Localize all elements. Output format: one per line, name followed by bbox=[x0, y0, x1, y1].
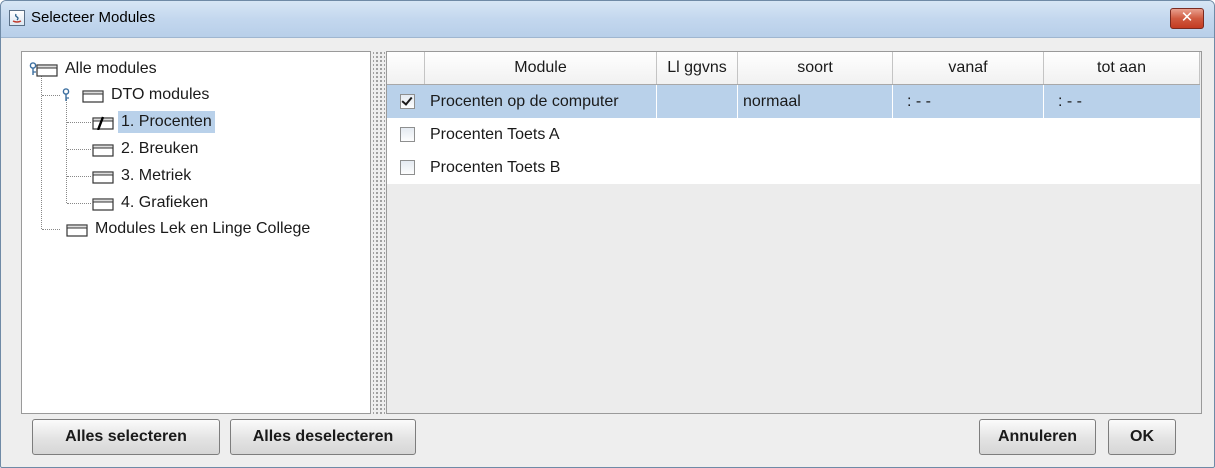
table-row[interactable]: Procenten op de computer normaal : - - :… bbox=[387, 85, 1200, 118]
folder-edit-icon bbox=[92, 116, 114, 130]
tree-node-label: 1. Procenten bbox=[118, 111, 215, 133]
split-pane-divider[interactable] bbox=[373, 51, 385, 414]
row-checkbox[interactable] bbox=[400, 127, 415, 142]
tree-guide bbox=[67, 122, 91, 123]
tree-guide bbox=[67, 149, 91, 150]
folder-icon bbox=[92, 171, 114, 184]
column-header-ll-ggvns[interactable]: Ll ggvns bbox=[657, 52, 738, 84]
cell-vanaf: : - - bbox=[893, 85, 1044, 118]
tree-guide bbox=[42, 229, 60, 230]
tree-guide bbox=[42, 95, 60, 96]
column-header-vanaf[interactable]: vanaf bbox=[893, 52, 1044, 84]
folder-icon bbox=[92, 198, 114, 211]
column-header-checkbox[interactable] bbox=[387, 52, 425, 84]
tree-guide bbox=[41, 74, 42, 229]
cell-tot-aan: : - - bbox=[1058, 93, 1082, 110]
ok-button[interactable]: OK bbox=[1108, 419, 1176, 455]
row-checkbox[interactable] bbox=[400, 160, 415, 175]
cell-ll-ggvns bbox=[657, 85, 738, 118]
tree-node-label: 2. Breuken bbox=[121, 140, 199, 157]
window-title: Selecteer Modules bbox=[31, 9, 156, 26]
tree-guide bbox=[67, 176, 91, 177]
column-header-module[interactable]: Module bbox=[425, 52, 657, 84]
tree-node-label: Modules Lek en Linge College bbox=[95, 220, 311, 237]
dialog-window: Selecteer Modules ✕ Alle modules DTO mod… bbox=[0, 0, 1215, 468]
column-header-soort[interactable]: soort bbox=[738, 52, 893, 84]
cell-module: Procenten op de computer bbox=[425, 85, 657, 118]
tree-node-label: 3. Metriek bbox=[121, 167, 192, 184]
folder-icon bbox=[36, 64, 58, 77]
deselect-all-button[interactable]: Alles deselecteren bbox=[230, 419, 416, 455]
column-header-tot-aan[interactable]: tot aan bbox=[1044, 52, 1200, 84]
row-checkbox[interactable] bbox=[400, 94, 415, 109]
table-header: Module Ll ggvns soort vanaf tot aan bbox=[387, 52, 1200, 85]
modules-table: Module Ll ggvns soort vanaf tot aan Proc… bbox=[386, 51, 1202, 414]
module-tree[interactable]: Alle modules DTO modules 1. Procenten 2.… bbox=[21, 51, 371, 414]
close-icon: ✕ bbox=[1180, 8, 1194, 26]
table-row[interactable]: Procenten Toets B bbox=[387, 151, 1200, 184]
tree-node-label: Alle modules bbox=[65, 60, 157, 77]
folder-icon bbox=[82, 90, 104, 103]
cell-module: Procenten Toets A bbox=[430, 126, 560, 143]
folder-icon bbox=[92, 144, 114, 157]
cell-module: Procenten Toets B bbox=[430, 159, 561, 176]
select-all-button[interactable]: Alles selecteren bbox=[32, 419, 220, 455]
close-button[interactable]: ✕ bbox=[1170, 8, 1204, 29]
java-app-icon bbox=[9, 10, 25, 26]
tree-guide bbox=[67, 203, 91, 204]
expand-handle-icon[interactable] bbox=[61, 88, 71, 102]
title-bar: Selecteer Modules ✕ bbox=[1, 1, 1214, 38]
cancel-button[interactable]: Annuleren bbox=[979, 419, 1096, 455]
tree-guide bbox=[66, 99, 67, 203]
cell-soort: normaal bbox=[738, 85, 893, 118]
folder-icon bbox=[66, 224, 88, 237]
tree-node-label: 4. Grafieken bbox=[121, 194, 209, 211]
table-row[interactable]: Procenten Toets A bbox=[387, 118, 1200, 151]
tree-node-label: DTO modules bbox=[111, 86, 210, 103]
